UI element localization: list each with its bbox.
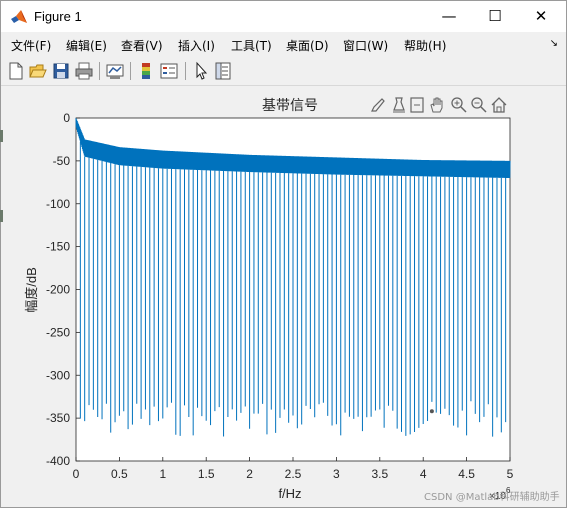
zoom-in-icon[interactable] — [450, 96, 468, 114]
background-window-edge — [0, 210, 3, 222]
edit-plot-pointer-icon[interactable] — [191, 61, 211, 81]
property-inspector-icon[interactable] — [213, 61, 233, 81]
toolbar-separator — [99, 62, 100, 80]
toolbar-separator — [130, 62, 131, 80]
menu-overflow-icon[interactable]: ↘ — [550, 38, 558, 49]
menu-window[interactable]: 窗口(W) — [343, 37, 388, 54]
menu-tools[interactable]: 工具(T) — [231, 37, 272, 54]
zoom-out-icon[interactable] — [470, 96, 488, 114]
background-window-edge — [0, 130, 3, 142]
menu-bar: 文件(F) 编辑(E) 查看(V) 插入(I) 工具(T) 桌面(D) 窗口(W… — [1, 33, 566, 57]
close-button[interactable]: ✕ — [518, 1, 564, 32]
maximize-button[interactable]: ☐ — [472, 1, 518, 32]
menu-help[interactable]: 帮助(H) — [404, 37, 446, 54]
insert-colorbar-icon[interactable] — [136, 61, 156, 81]
menu-edit[interactable]: 编辑(E) — [66, 37, 107, 54]
save-icon[interactable] — [51, 61, 71, 81]
print-icon[interactable] — [74, 61, 94, 81]
pan-icon[interactable] — [428, 96, 446, 114]
open-file-icon[interactable] — [28, 61, 48, 81]
minimize-button[interactable]: — — [426, 1, 472, 32]
window-title: Figure 1 — [34, 9, 82, 24]
menu-file[interactable]: 文件(F) — [11, 37, 51, 54]
figure-window: Figure 1 — ☐ ✕ 文件(F) 编辑(E) 查看(V) 插入(I) 工… — [0, 0, 567, 508]
plot-title: 基带信号 — [262, 98, 318, 114]
watermark: CSDN @Matlab科研辅助助手 — [424, 492, 560, 503]
insert-legend-icon[interactable] — [159, 61, 179, 81]
matlab-logo-icon — [11, 10, 27, 23]
data-tips-icon[interactable] — [390, 96, 408, 114]
brush-icon[interactable] — [370, 96, 388, 114]
toolbar-separator — [185, 62, 186, 80]
home-icon[interactable] — [490, 96, 508, 114]
menu-view[interactable]: 查看(V) — [121, 37, 163, 54]
title-bar[interactable]: Figure 1 — ☐ ✕ — [1, 1, 566, 32]
menu-insert[interactable]: 插入(I) — [178, 37, 215, 54]
menu-desktop[interactable]: 桌面(D) — [286, 37, 329, 54]
restore-view-icon[interactable] — [408, 96, 426, 114]
figure-canvas — [2, 86, 565, 506]
link-plot-icon[interactable] — [105, 61, 125, 81]
new-figure-icon[interactable] — [6, 61, 26, 81]
figure-toolbar — [1, 58, 566, 86]
